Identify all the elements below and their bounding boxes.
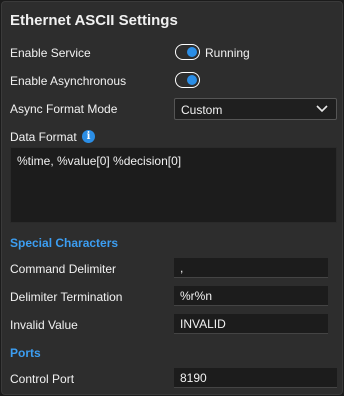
chevron-down-icon [316, 105, 328, 113]
toggle-knob [187, 47, 197, 57]
command-delimiter-label: Command Delimiter [10, 262, 117, 276]
invalid-value-input[interactable]: INVALID [174, 314, 328, 334]
enable-service-toggle[interactable] [175, 44, 200, 60]
control-port-label: Control Port [10, 372, 75, 386]
data-format-textarea[interactable]: %time, %value[0] %decision[0] [10, 147, 337, 223]
command-delimiter-input[interactable]: , [174, 258, 328, 278]
data-format-label: Data Format [10, 130, 77, 144]
async-format-select[interactable]: Custom [174, 98, 337, 120]
panel-title: Ethernet ASCII Settings [10, 12, 178, 29]
delimiter-termination-value: %r%n [180, 289, 213, 303]
ports-heading: Ports [10, 346, 41, 360]
data-format-value: %time, %value[0] %decision[0] [17, 154, 182, 168]
enable-async-label: Enable Asynchronous [10, 74, 127, 88]
delimiter-termination-input[interactable]: %r%n [174, 286, 328, 306]
enable-service-label: Enable Service [10, 46, 91, 60]
special-characters-heading: Special Characters [10, 236, 119, 250]
control-port-input[interactable]: 8190 [174, 368, 337, 388]
control-port-value: 8190 [180, 371, 207, 385]
toggle-knob [187, 75, 197, 85]
async-format-selected-value: Custom [181, 103, 223, 117]
delimiter-termination-label: Delimiter Termination [10, 290, 123, 304]
service-status-text: Running [205, 46, 250, 60]
info-icon[interactable]: i [82, 130, 95, 143]
ethernet-ascii-settings-panel: Ethernet ASCII Settings Enable Service R… [1, 1, 343, 395]
invalid-value-label: Invalid Value [10, 318, 78, 332]
command-delimiter-value: , [180, 261, 184, 275]
invalid-value-value: INVALID [180, 317, 226, 331]
enable-async-toggle[interactable] [175, 72, 200, 88]
async-format-label: Async Format Mode [10, 102, 118, 116]
